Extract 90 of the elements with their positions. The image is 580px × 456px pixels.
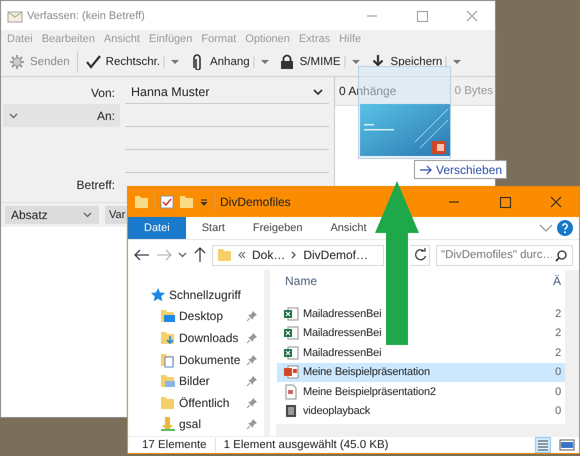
file-name: MailadressenBei [303,327,382,340]
window-title: Verfassen: (kein Betreff) [27,10,145,22]
file-name: MailadressenBei [303,308,382,320]
file-date: 2 [555,308,561,320]
toolbar-button[interactable]: Rechtschr. [82,51,162,73]
field-label: Betreff: [76,178,115,192]
input-field[interactable]: Hanna Muster [125,81,329,104]
nav-item[interactable]: Desktop [128,306,264,328]
address-bar[interactable]: Dok… DivDemof… [212,244,384,266]
ribbon-tab[interactable]: Start [190,217,237,239]
folder-icon [160,330,176,346]
nav-item[interactable]: Öffentlich [128,392,264,414]
chevron-icon [291,251,298,259]
selection-info: 1 Element ausgewählt (45.0 KB) [224,439,389,451]
file-name: Meine Beispielpräsentation2 [303,386,436,398]
chevron-icon[interactable] [9,112,19,120]
caret-icon[interactable] [199,197,209,207]
gear-icon [9,54,25,70]
spreadsheet-icon [283,325,299,342]
file-name: Meine Beispielpräsentation [303,366,430,378]
spreadsheet-icon [283,344,299,361]
column-header[interactable]: Ä [552,274,561,288]
file-date: 2 [555,346,561,359]
ribbon-tab[interactable]: Freigeben [240,217,314,239]
caret-icon[interactable] [178,251,188,259]
lock-icon [278,54,295,70]
folder-icon [217,247,232,263]
video-file-icon [283,403,299,420]
nav-item[interactable]: Downloads [128,327,264,349]
tooltip-text: Verschieben [436,162,502,176]
folder-icon [160,308,176,324]
file-row[interactable]: Meine Beispielpräsentation 0 [277,362,565,382]
nav-item[interactable]: Bilder [128,370,264,392]
item-count: 17 Elemente [142,439,207,451]
details-view-icon[interactable] [535,437,551,453]
ribbon-tab[interactable]: Datei [128,217,186,239]
window-title: DivDemofiles [220,195,291,209]
checklist-icon[interactable] [160,195,174,209]
nav-item[interactable]: Schnellzugriff [128,284,264,306]
file-date: 0 [555,386,561,398]
refresh-icon [412,248,426,262]
envelope-icon [7,8,23,22]
presentation-icon [283,364,299,380]
document-icon [283,384,299,400]
spreadsheet-icon [283,306,299,322]
file-row[interactable]: Meine Beispielpräsentation2 0 [277,382,565,402]
paragraph-dropdown[interactable]: Absatz [5,206,99,224]
caret-icon [83,211,93,219]
nav-item[interactable]: Dokumente [128,348,264,370]
back-icon[interactable] [134,249,150,261]
dropdown-icon [313,88,323,96]
search-field[interactable]: "DivDemofiles" durc… [436,244,573,266]
file-date: 0 [555,366,561,378]
ribbon-tab[interactable]: Ansicht [318,217,379,239]
attachment-size: 0 Bytes [454,85,493,97]
attachment-count: 0 Anhänge [339,84,396,98]
breadcrumb[interactable]: DivDemof… [303,248,368,262]
search-icon[interactable] [555,250,567,262]
help-icon[interactable] [557,220,573,236]
double-chevron-icon [238,251,246,259]
file-row[interactable]: MailadressenBei 2 [277,343,565,362]
column-header[interactable]: Name [285,274,318,288]
folder-icon [160,416,176,432]
file-name: videoplayback [303,405,370,418]
file-date: 2 [555,327,561,340]
file-row[interactable]: videoplayback 0 [277,402,565,421]
toolbar-button[interactable]: S/MIME [276,51,343,73]
folder-icon [160,373,176,390]
font-dropdown[interactable]: Var [105,206,127,224]
folder-icon [160,352,176,368]
up-icon[interactable] [194,247,206,263]
refresh-button[interactable] [410,244,430,266]
chevron-icon[interactable] [539,223,553,233]
checkmark-icon [84,54,101,70]
toolbar-button[interactable]: Anhang [186,51,252,73]
file-row[interactable]: MailadressenBei 2 [277,304,565,324]
field-label: An: [96,108,115,122]
file-date: 0 [555,405,561,418]
file-row[interactable]: MailadressenBei 2 [277,324,565,343]
right-arrow-icon [419,164,433,174]
toolbar-button[interactable]: Speichern [368,51,444,73]
scrollbar[interactable] [565,270,579,436]
field-label: Von: [90,86,115,100]
star-icon [150,286,166,303]
nav-item[interactable]: gsal [128,414,264,436]
breadcrumb[interactable]: Dok… [252,248,286,262]
file-name: MailadressenBei [303,346,382,359]
scrollbar[interactable] [276,424,565,436]
folder-icon [160,394,176,411]
tiles-view-icon[interactable] [559,437,575,453]
